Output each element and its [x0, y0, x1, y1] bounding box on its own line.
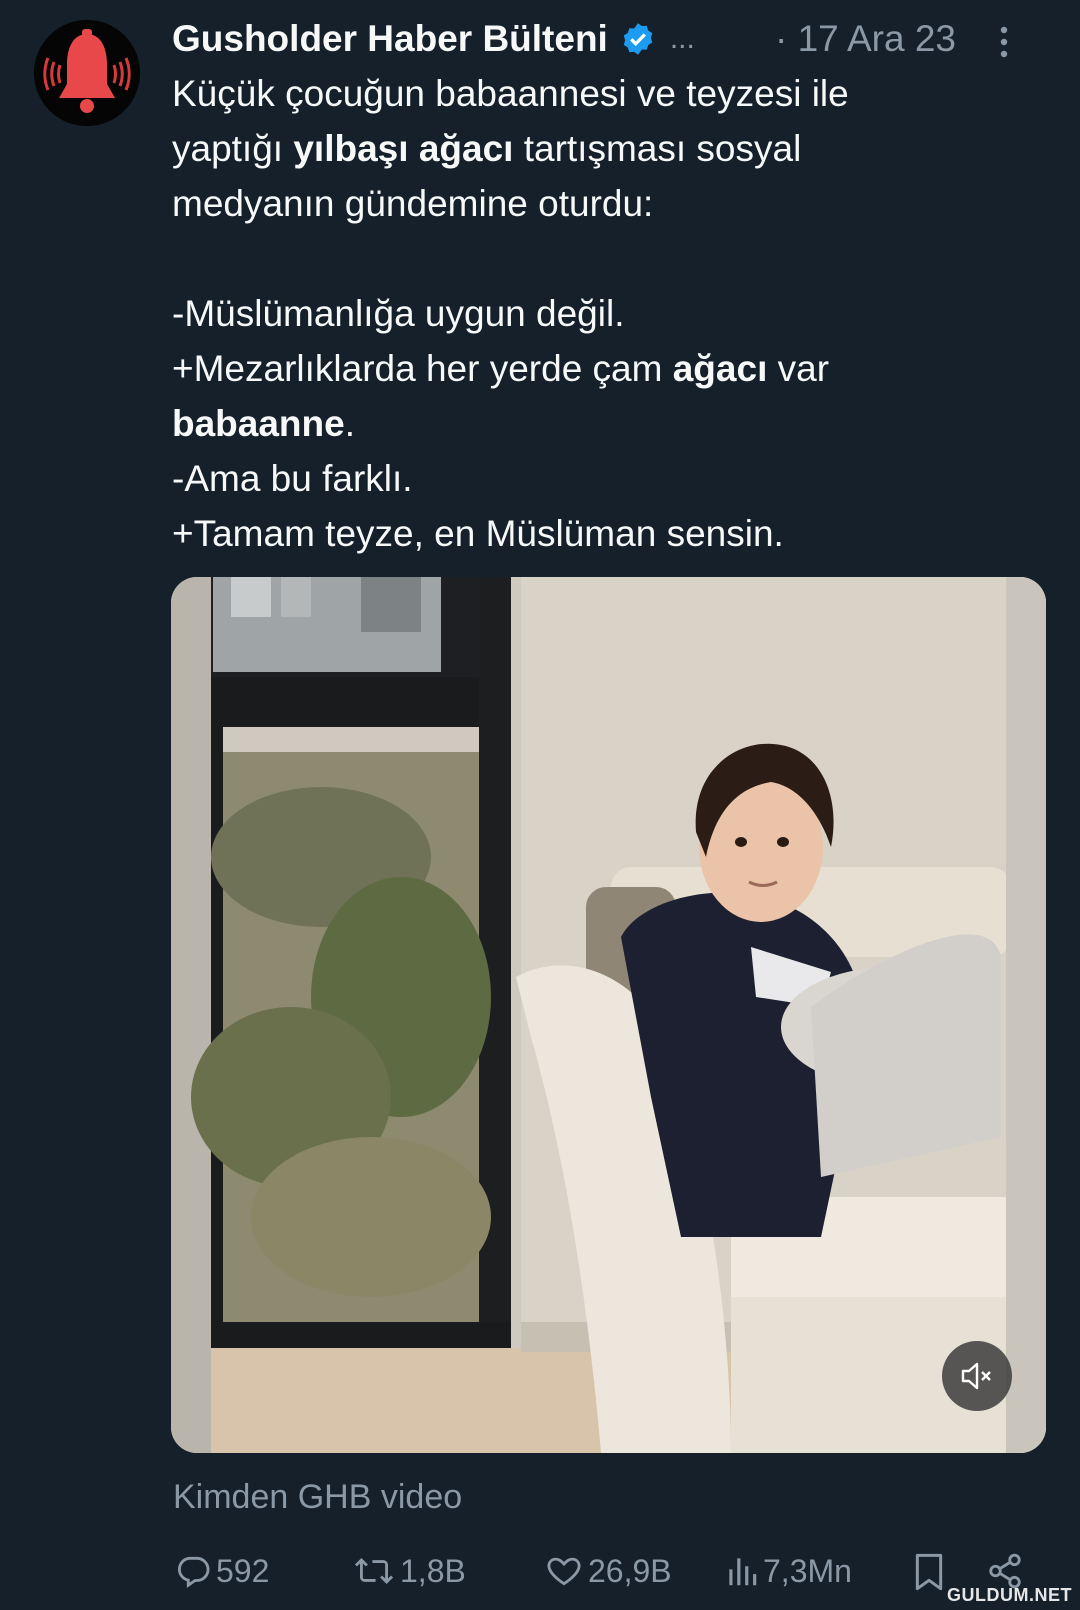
views-chart-icon — [729, 1558, 757, 1586]
tweet-line: yaptığı yılbaşı ağacı tartışması sosyal — [172, 128, 802, 169]
bold-word: babaanne — [172, 403, 345, 444]
like-count: 26,9B — [588, 1552, 672, 1589]
tweet-date[interactable]: · 17 Ara 23 — [775, 18, 956, 60]
tweet-line: babaanne. — [172, 403, 355, 444]
retweet-icon — [354, 1557, 394, 1585]
tweet-line: -Ama bu farklı. — [172, 458, 413, 499]
like-button[interactable]: 26,9B — [544, 1552, 672, 1590]
muted-speaker-icon — [961, 1362, 991, 1390]
views-button[interactable]: 7,3Mn — [725, 1552, 852, 1590]
retweet-button[interactable]: 1,8B — [352, 1552, 466, 1590]
more-options-icon[interactable] — [994, 22, 1014, 62]
tweet-text: Küçük çocuğun babaannesi ve teyzesi ile … — [172, 66, 1052, 561]
video-thumbnail — [171, 577, 1046, 1453]
reply-button[interactable]: 592 — [174, 1552, 269, 1590]
video-player[interactable] — [171, 577, 1046, 1453]
mute-button[interactable] — [942, 1341, 1012, 1411]
verified-badge-icon — [623, 23, 653, 55]
author-display-name[interactable]: Gusholder Haber Bülteni — [172, 18, 608, 60]
heart-icon — [547, 1557, 581, 1586]
hashtag-bold: yılbaşı ağacı — [293, 128, 514, 169]
red-bell-icon — [34, 20, 140, 126]
tweet-line: +Mezarlıklarda her yerde çam ağacı var — [172, 348, 830, 389]
reply-icon — [177, 1556, 210, 1588]
bold-word: ağacı — [672, 348, 768, 389]
bookmark-button[interactable] — [912, 1552, 946, 1592]
tweet-line: Küçük çocuğun babaannesi ve teyzesi ile — [172, 73, 849, 114]
tweet-line: -Müslümanlığa uygun değil. — [172, 293, 625, 334]
tweet-line: +Tamam teyze, en Müslüman sensin. — [172, 513, 784, 554]
bookmark-icon — [915, 1553, 943, 1591]
author-avatar[interactable] — [34, 20, 140, 126]
watermark: GULDUM.NET — [947, 1585, 1072, 1605]
retweet-count: 1,8B — [400, 1552, 466, 1589]
name-overflow: ... — [669, 22, 695, 55]
video-source-attribution[interactable]: Kimden GHB video — [173, 1478, 462, 1517]
tweet-line: medyanın gündemine oturdu: — [172, 183, 654, 224]
reply-count: 592 — [216, 1552, 270, 1589]
tweet-actions-bar: 592 1,8B 26,9B 7,3Mn — [0, 1540, 1080, 1610]
tweet-header: Gusholder Haber Bülteni ... · 17 Ara 23 — [172, 14, 1052, 64]
views-count: 7,3Mn — [763, 1552, 852, 1589]
